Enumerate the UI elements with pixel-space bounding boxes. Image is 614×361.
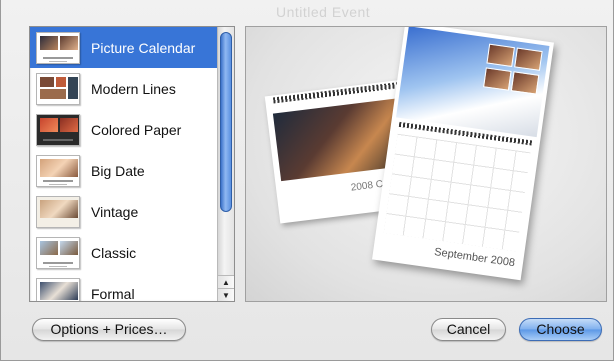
theme-list-scrollbar[interactable]: ▲ ▼ [217,27,234,301]
theme-label: Modern Lines [91,80,176,97]
theme-item-modern-lines[interactable]: Modern Lines [30,68,218,109]
theme-label: Formal [91,285,135,302]
theme-preview: 2008 Calendar September 2008 [245,26,607,302]
theme-label: Picture Calendar [91,39,196,56]
theme-list-panel: Picture Calendar Modern Lines Colored Pa… [29,26,235,302]
theme-label: Big Date [91,162,145,179]
options-prices-button[interactable]: Options + Prices… [32,318,186,341]
cancel-button[interactable]: Cancel [431,318,506,341]
vintage-thumbnail [36,195,80,228]
theme-item-picture-calendar[interactable]: Picture Calendar [30,27,218,68]
choose-button[interactable]: Choose [519,318,602,341]
theme-item-colored-paper[interactable]: Colored Paper [30,109,218,150]
theme-label: Classic [91,244,137,261]
theme-list: Picture Calendar Modern Lines Colored Pa… [30,27,218,302]
theme-item-vintage[interactable]: Vintage [30,191,218,232]
classic-thumbnail [36,236,80,269]
theme-label: Colored Paper [91,121,182,138]
formal-thumbnail [36,277,80,301]
calendar-theme-sheet: Untitled Event Picture Calendar Modern L… [0,0,614,361]
scroll-up-arrow-icon[interactable]: ▲ [218,275,234,288]
modern-lines-thumbnail [36,72,80,105]
window-title-ghost: Untitled Event [276,4,371,20]
theme-item-big-date[interactable]: Big Date [30,150,218,191]
theme-item-classic[interactable]: Classic [30,232,218,273]
wall-calendar-month-preview: September 2008 [372,27,554,281]
month-grid [383,133,531,252]
scrollbar-thumb[interactable] [220,32,232,212]
big-date-thumbnail [36,154,80,187]
theme-item-formal[interactable]: Formal [30,273,218,302]
scroll-down-arrow-icon[interactable]: ▼ [218,288,234,301]
colored-paper-thumbnail [36,113,80,146]
theme-label: Vintage [91,203,139,220]
picture-calendar-thumbnail [36,31,80,64]
